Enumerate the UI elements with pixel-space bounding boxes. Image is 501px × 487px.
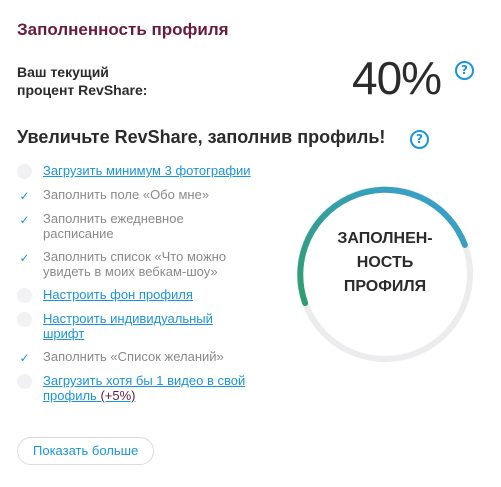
- task-item: ✓ Заполнить поле «Обо мне»: [17, 187, 282, 203]
- check-icon: ✓: [17, 188, 32, 203]
- section-title: Увеличьте RevShare, заполнив профиль!: [17, 127, 386, 147]
- task-label: Заполнить ежедневное расписание: [43, 211, 184, 241]
- task-label[interactable]: Настроить фон профиля: [43, 287, 193, 302]
- gauge-label-line2: НОСТЬ: [356, 254, 414, 271]
- task-label: Заполнить «Список желаний»: [43, 349, 224, 364]
- revshare-label-line2: процент RevShare:: [17, 82, 148, 98]
- empty-circle-icon: [17, 374, 32, 389]
- gauge-label-line3: ПРОФИЛЯ: [343, 278, 427, 295]
- task-list: Загрузить минимум 3 фотографии ✓ Заполни…: [17, 163, 282, 411]
- gauge-label: ЗАПОЛНЕН- НОСТЬ ПРОФИЛЯ: [294, 227, 476, 299]
- task-item[interactable]: Загрузить хотя бы 1 видео в свой профиль …: [17, 373, 282, 403]
- task-item[interactable]: Загрузить минимум 3 фотографии: [17, 163, 282, 179]
- page-title: Заполненность профиля: [17, 20, 229, 39]
- check-icon: ✓: [17, 350, 32, 365]
- show-more-button[interactable]: Показать больше: [17, 437, 155, 465]
- task-label[interactable]: Загрузить минимум 3 фотографии: [43, 163, 251, 178]
- revshare-label-line1: Ваш текущий: [17, 64, 109, 80]
- question-circle-icon[interactable]: ?: [455, 61, 474, 80]
- task-item: ✓ Заполнить ежедневное расписание: [17, 211, 282, 241]
- task-item[interactable]: Настроить индивидуальный шрифт: [17, 311, 282, 341]
- gauge-label-line1: ЗАПОЛНЕН-: [337, 230, 433, 247]
- task-label: Заполнить список «Что можно увидеть в мои…: [43, 249, 227, 279]
- task-label[interactable]: Настроить индивидуальный шрифт: [43, 311, 213, 341]
- question-circle-icon[interactable]: ?: [410, 130, 429, 149]
- empty-circle-icon: [17, 312, 32, 327]
- revshare-value: 40%: [352, 52, 442, 104]
- task-label[interactable]: Загрузить хотя бы 1 видео в свой профиль …: [43, 373, 245, 403]
- empty-circle-icon: [17, 288, 32, 303]
- revshare-label: Ваш текущий процент RevShare:: [17, 63, 177, 99]
- task-item[interactable]: Настроить фон профиля: [17, 287, 282, 303]
- task-label: Заполнить поле «Обо мне»: [43, 187, 210, 202]
- task-item: ✓ Заполнить список «Что можно увидеть в м…: [17, 249, 282, 279]
- empty-circle-icon: [17, 164, 32, 179]
- check-icon: ✓: [17, 212, 32, 227]
- check-icon: ✓: [17, 250, 32, 265]
- task-item: ✓ Заполнить «Список желаний»: [17, 349, 282, 365]
- bonus-badge: (+5%): [100, 388, 136, 403]
